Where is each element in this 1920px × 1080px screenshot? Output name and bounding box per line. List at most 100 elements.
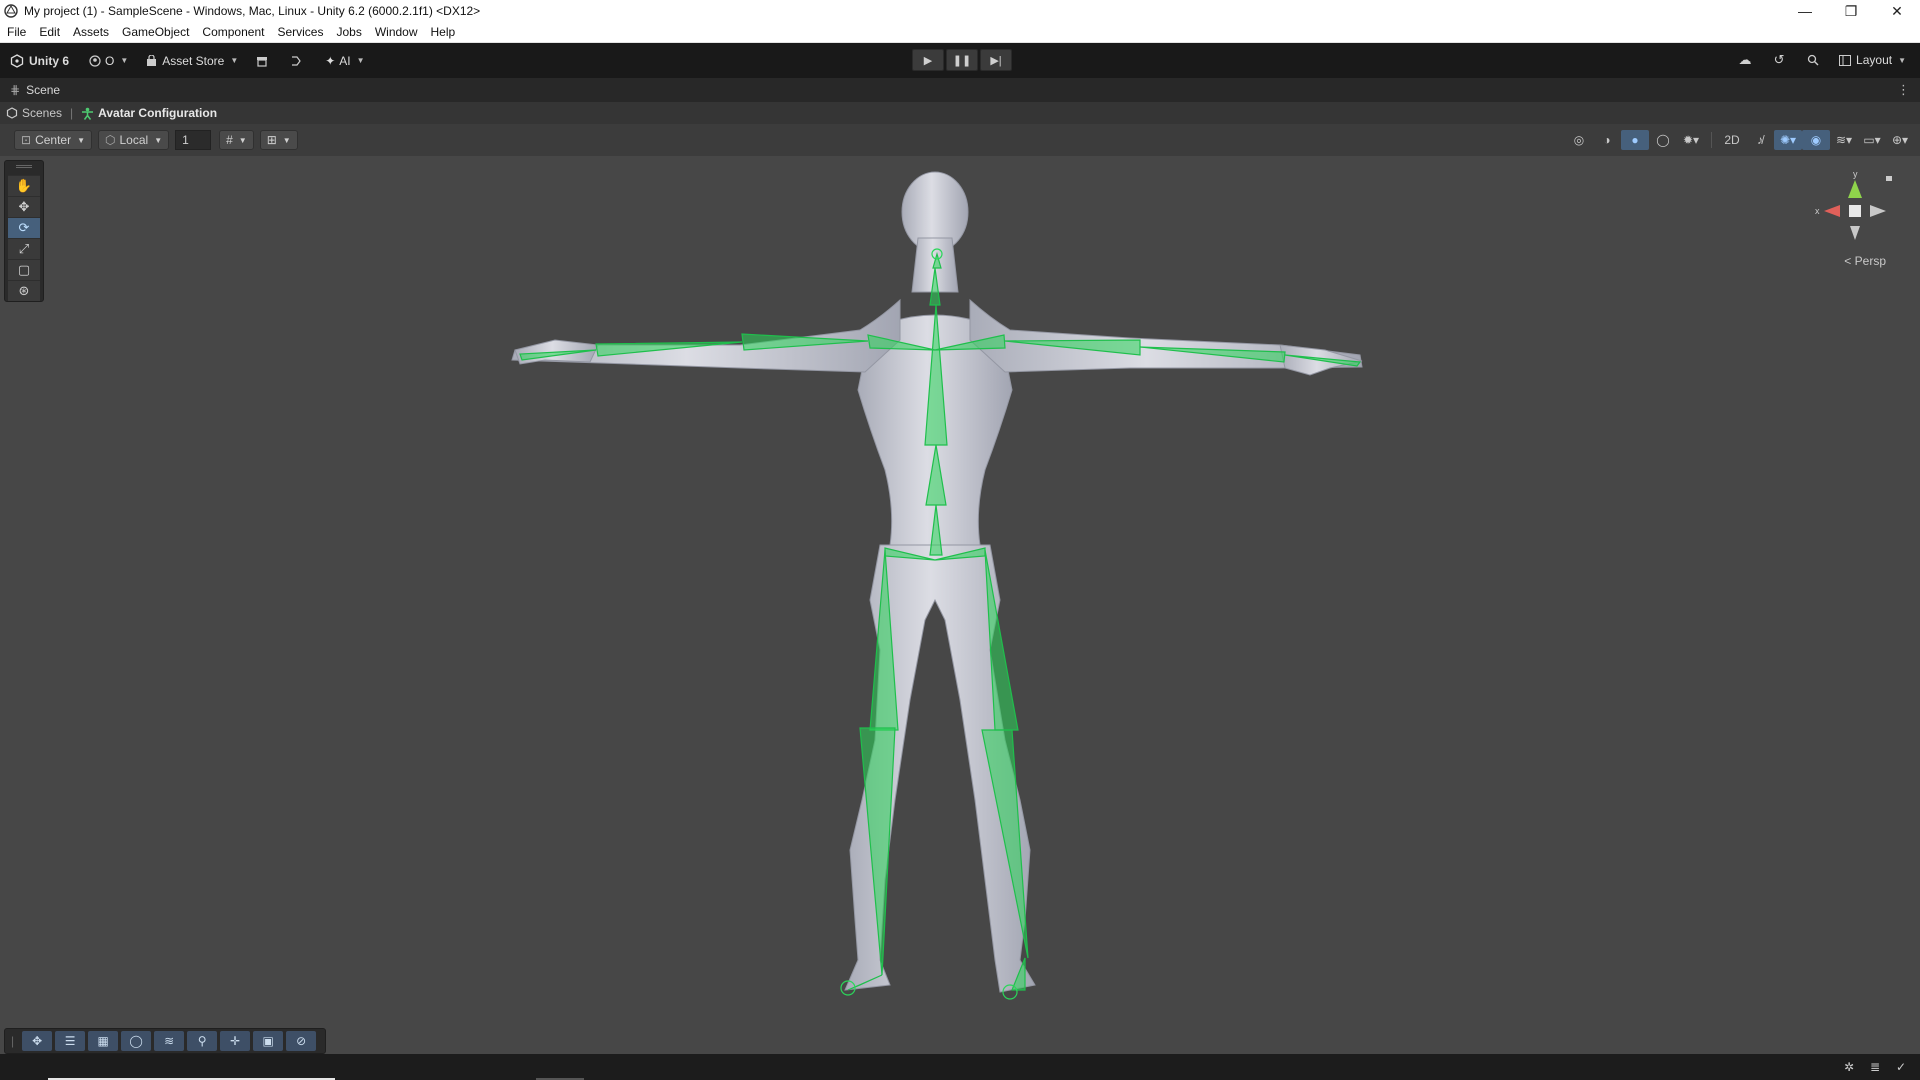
package-manager-button[interactable] <box>250 49 274 73</box>
close-button[interactable]: ✕ <box>1874 0 1920 22</box>
pan-overlay-button[interactable]: ✛ <box>220 1031 251 1051</box>
draw-mode-shaded-wireframe-button[interactable]: ◑ <box>1593 130 1621 150</box>
debug-icon[interactable]: ✲ <box>1836 1058 1862 1076</box>
console-icon[interactable]: ≣ <box>1862 1058 1888 1076</box>
toolbar-grip[interactable]: | <box>11 1034 14 1048</box>
avatar-model[interactable] <box>0 156 1920 1054</box>
gizmos-dropdown[interactable]: ⊕▾ <box>1886 130 1914 150</box>
breadcrumb-avatar-configuration[interactable]: Avatar Configuration <box>81 106 217 120</box>
draw-mode-unlit-button[interactable]: ◯ <box>1649 130 1677 150</box>
pivot-rotation-dropdown[interactable]: ⬡ Local ▼ <box>98 130 170 150</box>
menu-services[interactable]: Services <box>277 25 323 39</box>
user-icon <box>89 54 101 67</box>
rect-tool-button[interactable]: ▢ <box>8 259 40 280</box>
minimize-button[interactable]: — <box>1782 0 1828 22</box>
audio-toggle-button[interactable]: ♪̸ <box>1746 130 1774 150</box>
asset-store-dropdown[interactable]: Asset Store ▼ <box>140 49 244 73</box>
menu-component[interactable]: Component <box>202 25 264 39</box>
archive-icon <box>257 56 268 67</box>
ai-dropdown[interactable]: ✦ AI ▼ <box>319 49 370 73</box>
menu-gameobject[interactable]: GameObject <box>122 25 189 39</box>
hidden-objects-toggle[interactable]: ◉ <box>1802 130 1830 150</box>
tab-scene[interactable]: ⋕ Scene <box>0 83 70 97</box>
pivot-mode-dropdown[interactable]: ⊡ Center ▼ <box>14 130 93 150</box>
cloud-icon: ☁ <box>1738 52 1752 67</box>
step-button[interactable]: ▶| <box>980 49 1012 71</box>
zoom-overlay-button[interactable]: ⚲ <box>187 1031 218 1051</box>
scene-tab-bar: ⋕ Scene ⋮ <box>0 78 1920 102</box>
gizmo-neg-y-axis[interactable] <box>1850 226 1860 240</box>
projection-label[interactable]: < Persp <box>1844 254 1886 268</box>
gizmo-center-cube[interactable] <box>1849 205 1861 217</box>
chevron-down-icon: ▼ <box>1898 55 1906 65</box>
unity-logo-icon <box>10 53 24 68</box>
history-icon: ↺ <box>1773 52 1785 67</box>
gizmo-y-axis[interactable] <box>1848 180 1862 198</box>
sparkle-icon: ✦ <box>325 53 336 68</box>
window-title: My project (1) - SampleScene - Windows, … <box>24 4 481 18</box>
gizmo-globe-icon: ⊕▾ <box>1891 133 1909 147</box>
lock-icon[interactable] <box>1886 176 1892 181</box>
account-dropdown[interactable]: O ▼ <box>83 49 134 73</box>
restore-button[interactable]: ❐ <box>1828 0 1874 22</box>
move-overlay-button[interactable]: ✥ <box>22 1031 53 1051</box>
unity-account-button[interactable]: Unity 6 <box>4 49 75 73</box>
unity-version-label: Unity 6 <box>29 53 70 68</box>
navigation-overlay-button[interactable]: ⊘ <box>286 1031 317 1051</box>
camera-dropdown[interactable]: ▭▾ <box>1858 130 1886 150</box>
overlay-bottom-toolbar: | ✥ ☰ ▦ ◯ ≋ ⚲ ✛ ▣ ⊘ <box>4 1028 327 1054</box>
menu-edit[interactable]: Edit <box>39 25 60 39</box>
unity-app-icon <box>4 4 18 18</box>
2d-toggle-button[interactable]: 2D <box>1718 130 1746 150</box>
menu-assets[interactable]: Assets <box>73 25 109 39</box>
breadcrumb-scenes[interactable]: Scenes <box>6 106 62 120</box>
pivot-rotation-label: Local <box>119 133 149 147</box>
version-control-button[interactable] <box>284 49 309 73</box>
layout-dropdown[interactable]: Layout ▼ <box>1833 48 1912 72</box>
increment-snapping-dropdown[interactable]: ⊞ ▼ <box>259 130 298 150</box>
cloud-button[interactable]: ☁ <box>1733 49 1757 71</box>
scene-viewport[interactable]: ✋ ✥ ⟳ ⤢ ▢ ⊛ y x < Persp <box>0 156 1920 1054</box>
orbit-overlay-button[interactable]: ◯ <box>121 1031 152 1051</box>
snap-increment-icon: ⊞ <box>266 133 277 147</box>
pause-button[interactable]: ❚❚ <box>946 49 978 71</box>
unlit-sphere-icon: ◯ <box>1656 133 1670 147</box>
frame-overlay-button[interactable]: ▣ <box>253 1031 284 1051</box>
menu-jobs[interactable]: Jobs <box>336 25 361 39</box>
ai-label: AI <box>339 53 351 68</box>
chevron-down-icon: ▼ <box>238 135 247 145</box>
orientation-gizmo[interactable]: y x <box>1810 168 1900 268</box>
move-icon: ✥ <box>32 1034 43 1048</box>
avatar-icon <box>82 107 94 120</box>
grid-overlay-button[interactable]: ▦ <box>88 1031 119 1051</box>
gizmo-neg-x-axis[interactable] <box>1870 205 1886 217</box>
view-tool-button[interactable]: ✋ <box>8 175 40 196</box>
transform-tool-button[interactable]: ⊛ <box>8 280 40 301</box>
menu-window[interactable]: Window <box>375 25 418 39</box>
layers-dropdown[interactable]: ≋▾ <box>1830 130 1858 150</box>
play-button[interactable]: ▶ <box>912 49 944 71</box>
move-tool-button[interactable]: ✥ <box>8 196 40 217</box>
menu-file[interactable]: File <box>7 25 26 39</box>
grid-icon: ⋕ <box>10 83 21 97</box>
effects-dropdown[interactable]: ✺▾ <box>1774 130 1802 150</box>
layers-overlay-button[interactable]: ≋ <box>154 1031 185 1051</box>
lighting-dropdown[interactable]: ✹▾ <box>1677 130 1705 150</box>
search-button[interactable] <box>1801 49 1825 71</box>
scale-tool-button[interactable]: ⤢ <box>8 238 40 259</box>
check-icon[interactable]: ✓ <box>1888 1058 1914 1076</box>
rotate-tool-button[interactable]: ⟳ <box>8 217 40 238</box>
more-options-icon[interactable]: ⋮ <box>1897 82 1910 98</box>
menu-help[interactable]: Help <box>431 25 456 39</box>
drag-handle[interactable] <box>16 165 32 168</box>
move-icon: ✥ <box>18 199 30 214</box>
draw-mode-wireframe-button[interactable]: ◎ <box>1565 130 1593 150</box>
grid-snapping-dropdown[interactable]: # ▼ <box>219 130 254 150</box>
shopping-bag-icon <box>147 54 157 66</box>
gizmo-x-axis[interactable] <box>1824 205 1840 217</box>
draw-mode-shaded-button[interactable]: ● <box>1621 130 1649 150</box>
bone-settings-button[interactable]: ☰ <box>55 1031 86 1051</box>
chevron-down-icon: ▼ <box>230 56 239 65</box>
history-button[interactable]: ↺ <box>1767 49 1791 71</box>
grid-size-field[interactable]: 1 <box>175 130 212 150</box>
